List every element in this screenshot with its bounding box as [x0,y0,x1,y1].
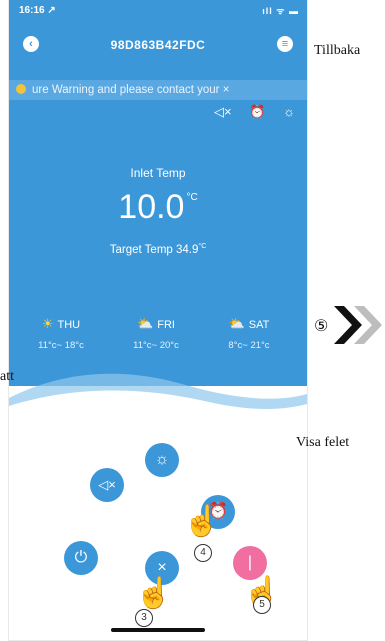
mute-icon[interactable]: ◁× [214,104,232,119]
forecast-range: 8°c~ 21°c [228,340,270,351]
forecast-day-label: THU [57,319,81,331]
forecast-day: ⛅ FRI 11°c~ 20°c [116,316,196,351]
partly-cloudy-icon: ⛅ [228,316,245,331]
forecast-range: 11°c~ 18°c [38,340,84,351]
forecast-day: ☀ THU 11°c~ 18°c [21,316,101,351]
partly-cloudy-icon: ⛅ [137,316,154,331]
tillbaka-label: Tillbaka [314,43,361,58]
control-icons: ◁× ⏰ ☼ [200,104,295,120]
sun-weather-icon: ☀ [41,316,54,331]
step-marker-4: 4 [194,544,212,562]
chevron-dark [334,306,362,344]
warning-text: ure Warning and please contact your × [32,84,230,96]
inlet-temp-value: 10.0 °C [9,188,307,227]
forecast-day-label: FRI [157,319,175,331]
sun-icon[interactable]: ☼ [283,104,295,119]
wave-divider [9,373,307,428]
warning-banner[interactable]: ure Warning and please contact your × [9,80,307,100]
device-title: 98D863B42FDC [110,38,206,52]
warning-icon [16,84,26,94]
target-temp-label: Target Temp [109,243,173,256]
inlet-temp-number: 10.0 [118,188,185,226]
status-icons: ıll ᯤ ▬ [262,6,299,16]
hand-pointer-icon: ☝ [183,505,221,538]
hand-pointer-icon: ☝ [135,577,173,610]
status-time: 16:16 ↗ [19,5,56,16]
target-temp-number: 34.9 [176,243,199,256]
power-button[interactable]: ⏻ [64,541,98,575]
wave-front [9,390,307,428]
target-temp: Target Temp 34.9°C [9,243,307,256]
forecast-day: ⛅ SAT 8°c~ 21°c [209,316,289,351]
double-chevron-icon [334,306,382,344]
att-label: att [0,369,14,384]
forecast-day-label: SAT [248,319,270,331]
phone-screen: 16:16 ↗ ıll ᯤ ▬ ‹ 98D863B42FDC ≡ ure War… [8,0,308,641]
target-temp-unit: °C [198,243,207,250]
alarm-icon[interactable]: ⏰ [249,104,265,119]
step-marker-3: 3 [135,609,153,627]
status-bar: 16:16 ↗ ıll ᯤ ▬ [9,0,307,22]
nav-bar: ‹ 98D863B42FDC ≡ [9,28,307,58]
home-indicator [111,628,205,632]
inlet-temp-unit: °C [186,192,198,203]
sun-button[interactable]: ☼ [145,443,179,477]
step-marker-5-outline: ⑤ [314,318,329,335]
step-marker-5: 5 [253,596,271,614]
mute-button[interactable]: ◁× [90,468,124,502]
forecast-range: 11°c~ 20°c [133,340,179,351]
inlet-temp-label: Inlet Temp [130,166,186,180]
menu-icon[interactable]: ≡ [277,36,293,52]
visa-felet-label: Visa felet [296,435,350,450]
